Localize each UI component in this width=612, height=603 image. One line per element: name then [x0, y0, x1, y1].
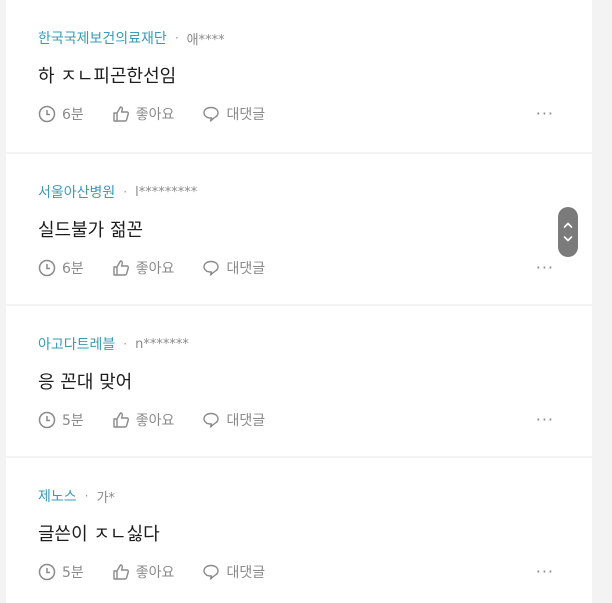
- more-options-button[interactable]: ···: [536, 258, 554, 277]
- comment-actions: 5분 좋아요 대댓글: [38, 562, 293, 582]
- time-label: 5분: [62, 565, 84, 581]
- clock-icon: [38, 259, 56, 277]
- thumbs-up-icon: [113, 564, 129, 580]
- time-label: 5분: [62, 413, 84, 429]
- company-name[interactable]: 아고다트레블: [38, 334, 115, 354]
- reply-button[interactable]: 대댓글: [202, 104, 265, 124]
- thumbs-up-icon: [113, 412, 129, 428]
- time-label: 6분: [62, 261, 84, 277]
- comment-meta: 한국국제보건의료재단 · 애****: [38, 28, 225, 48]
- comment-meta: 서울아산병원 · l*********: [38, 182, 197, 202]
- comment-card: 아고다트레블 · n******* 응 꼰대 맞어 5분 좋아요 대댓글 ···: [6, 306, 592, 456]
- comment-text: 실드불가 젊꼰: [38, 220, 144, 241]
- like-button[interactable]: 좋아요: [112, 562, 175, 582]
- user-name: n*******: [135, 336, 189, 352]
- comment-text: 응 꼰대 맞어: [38, 372, 133, 393]
- comment-actions: 6분 좋아요 대댓글: [38, 258, 293, 278]
- more-options-button[interactable]: ···: [536, 104, 554, 123]
- time-label: 6분: [62, 107, 84, 123]
- like-label: 좋아요: [135, 107, 175, 123]
- thumbs-up-icon: [113, 106, 129, 122]
- comment-actions: 6분 좋아요 대댓글: [38, 104, 293, 124]
- meta-separator: ·: [123, 185, 128, 199]
- clock-icon: [38, 563, 56, 581]
- comment-card: 서울아산병원 · l********* 실드불가 젊꼰 6분 좋아요 대댓글 ·…: [6, 154, 592, 304]
- timestamp: 6분: [38, 104, 84, 124]
- user-name: 가*: [96, 490, 115, 506]
- like-button[interactable]: 좋아요: [112, 104, 175, 124]
- reply-label: 대댓글: [226, 261, 266, 277]
- meta-separator: ·: [123, 337, 128, 351]
- timestamp: 6분: [38, 258, 84, 278]
- like-button[interactable]: 좋아요: [112, 258, 175, 278]
- comment-meta: 제노스 · 가*: [38, 486, 115, 506]
- like-label: 좋아요: [135, 261, 175, 277]
- reply-label: 대댓글: [226, 413, 266, 429]
- comment-text: 하 ㅈㄴ피곤한선임: [38, 66, 177, 87]
- clock-icon: [38, 105, 56, 123]
- more-options-button[interactable]: ···: [536, 410, 554, 429]
- comment-card: 제노스 · 가* 글쓴이 ㅈㄴ싫다 5분 좋아요 대댓글 ···: [6, 458, 592, 603]
- more-options-button[interactable]: ···: [536, 562, 554, 581]
- fast-scroll-handle[interactable]: [558, 207, 578, 257]
- reply-label: 대댓글: [226, 565, 266, 581]
- company-name[interactable]: 서울아산병원: [38, 182, 115, 202]
- reply-button[interactable]: 대댓글: [202, 562, 265, 582]
- comment-card: 한국국제보건의료재단 · 애**** 하 ㅈㄴ피곤한선임 6분 좋아요 대댓글 …: [6, 0, 592, 152]
- timestamp: 5분: [38, 562, 84, 582]
- reply-label: 대댓글: [226, 107, 266, 123]
- comment-actions: 5분 좋아요 대댓글: [38, 410, 293, 430]
- reply-button[interactable]: 대댓글: [202, 410, 265, 430]
- user-name: 애****: [186, 32, 225, 48]
- comment-meta: 아고다트레블 · n*******: [38, 334, 189, 354]
- meta-separator: ·: [84, 489, 89, 503]
- comment-icon: [203, 412, 220, 428]
- thumbs-up-icon: [113, 260, 129, 276]
- comment-icon: [203, 106, 220, 122]
- comment-text: 글쓴이 ㅈㄴ싫다: [38, 524, 160, 545]
- meta-separator: ·: [174, 31, 179, 45]
- comment-icon: [203, 564, 220, 580]
- comment-icon: [203, 260, 220, 276]
- timestamp: 5분: [38, 410, 84, 430]
- company-name[interactable]: 한국국제보건의료재단: [38, 28, 167, 48]
- like-label: 좋아요: [135, 565, 175, 581]
- like-label: 좋아요: [135, 413, 175, 429]
- reply-button[interactable]: 대댓글: [202, 258, 265, 278]
- chevron-down-icon: [563, 236, 573, 242]
- company-name[interactable]: 제노스: [38, 486, 77, 506]
- clock-icon: [38, 411, 56, 429]
- like-button[interactable]: 좋아요: [112, 410, 175, 430]
- chevron-up-icon: [563, 222, 573, 228]
- user-name: l*********: [135, 184, 198, 200]
